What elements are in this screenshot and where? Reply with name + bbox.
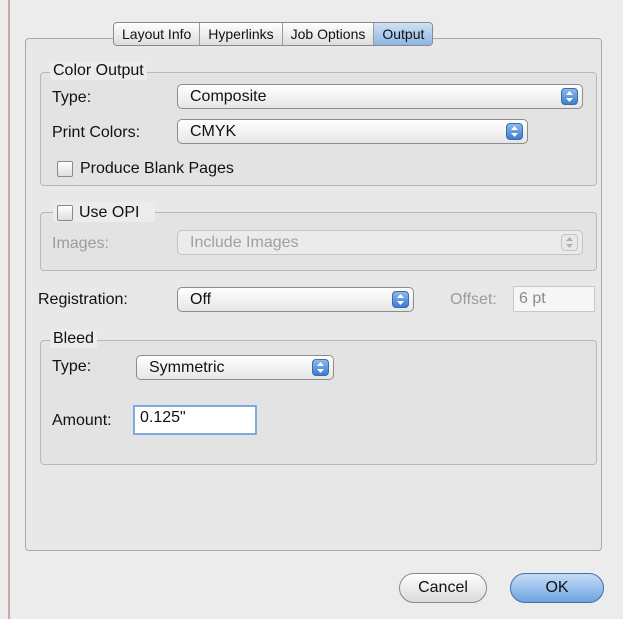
print-colors-value: CMYK xyxy=(190,123,237,140)
color-output-legend: Color Output xyxy=(50,62,147,80)
popup-arrows-icon xyxy=(392,291,409,308)
print-colors-popup[interactable]: CMYK xyxy=(177,119,528,144)
opi-images-value: Include Images xyxy=(190,234,299,251)
bleed-type-label: Type: xyxy=(52,358,92,375)
bleed-type-popup[interactable]: Symmetric xyxy=(136,355,334,380)
cancel-button[interactable]: Cancel xyxy=(399,573,487,603)
registration-popup[interactable]: Off xyxy=(177,287,414,312)
registration-value: Off xyxy=(190,291,212,308)
color-type-popup[interactable]: Composite xyxy=(177,84,583,109)
use-opi-checkbox[interactable] xyxy=(57,205,73,221)
color-type-value: Composite xyxy=(190,88,267,105)
registration-label: Registration: xyxy=(38,291,128,308)
use-opi-label: Use OPI xyxy=(79,204,140,221)
bleed-amount-field[interactable]: 0.125" xyxy=(133,405,257,435)
bleed-amount-label: Amount: xyxy=(52,412,112,429)
popup-arrows-icon xyxy=(561,88,578,105)
color-type-label: Type: xyxy=(52,89,92,106)
window-left-edge xyxy=(8,0,10,619)
ok-button[interactable]: OK xyxy=(510,573,604,603)
bleed-legend: Bleed xyxy=(50,330,97,348)
offset-field[interactable]: 6 pt xyxy=(513,286,595,312)
popup-arrows-icon xyxy=(506,123,523,140)
popup-arrows-icon xyxy=(312,359,329,376)
tab-job-options[interactable]: Job Options xyxy=(283,23,375,45)
opi-images-label: Images: xyxy=(52,235,109,252)
produce-blank-pages-label: Produce Blank Pages xyxy=(80,160,234,177)
print-colors-label: Print Colors: xyxy=(52,124,141,141)
produce-blank-pages-checkbox[interactable] xyxy=(57,161,73,177)
tab-output[interactable]: Output xyxy=(374,23,433,45)
bleed-type-value: Symmetric xyxy=(149,359,225,376)
tab-bar: Layout Info Hyperlinks Job Options Outpu… xyxy=(113,22,434,46)
tab-layout-info[interactable]: Layout Info xyxy=(114,23,201,45)
offset-label: Offset: xyxy=(450,291,497,308)
tab-hyperlinks[interactable]: Hyperlinks xyxy=(200,23,283,45)
popup-arrows-icon xyxy=(561,234,578,251)
opi-images-popup[interactable]: Include Images xyxy=(177,230,583,255)
